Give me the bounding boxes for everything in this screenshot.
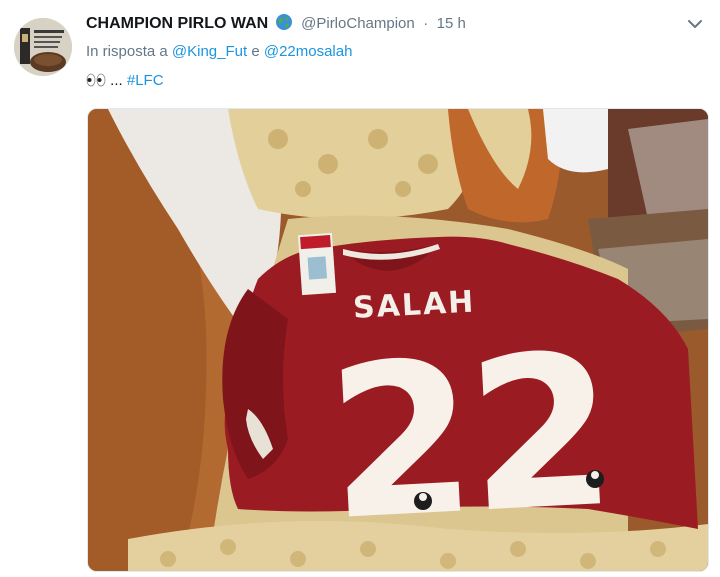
premier-league-badge xyxy=(586,470,604,488)
reply-conjunction: e xyxy=(251,43,260,60)
tweet: CHAMPION PIRLO WAN @PirloChampion · 15 h… xyxy=(0,0,720,577)
tweet-ellipsis: ... xyxy=(110,72,123,89)
reply-user-link[interactable]: @22mosalah xyxy=(264,43,353,60)
separator-dot: · xyxy=(423,15,429,32)
chevron-down-icon[interactable] xyxy=(686,15,704,33)
premier-league-badge xyxy=(414,492,432,510)
eyes-icon xyxy=(86,73,106,91)
tweet-text: ... #LFC xyxy=(86,72,164,91)
shirt-number: 22 xyxy=(322,308,615,567)
hashtag-link[interactable]: #LFC xyxy=(127,72,164,89)
user-handle[interactable]: @PirloChampion xyxy=(301,15,415,32)
avatar[interactable] xyxy=(14,18,72,76)
display-name[interactable]: CHAMPION PIRLO WAN xyxy=(86,15,268,32)
reply-context: In risposta a @King_Fut e @22mosalah xyxy=(86,43,352,60)
timestamp[interactable]: 15 h xyxy=(437,15,466,32)
globe-icon xyxy=(275,13,293,36)
tweet-photo[interactable]: SALAH 22 xyxy=(87,108,709,572)
reply-user-link[interactable]: @King_Fut xyxy=(172,43,247,60)
reply-prefix: In risposta a xyxy=(86,43,168,60)
tweet-header: CHAMPION PIRLO WAN @PirloChampion · 15 h xyxy=(86,13,466,35)
